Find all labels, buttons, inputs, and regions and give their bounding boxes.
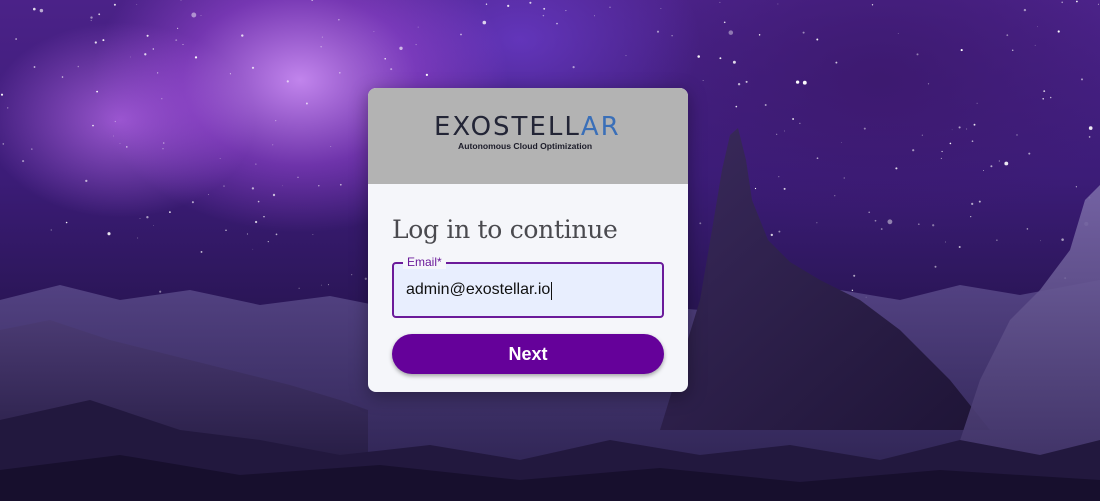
logo-wordmark: EXOSTELL AR (434, 114, 620, 140)
logo-tagline: Autonomous Cloud Optimization (458, 141, 593, 151)
logo-wordmark-dark: EXOSTELL (434, 112, 581, 142)
card-body: Log in to continue Email* Next (368, 214, 688, 374)
card-header: EXOSTELL AR Autonomous Cloud Optimization (368, 88, 688, 184)
logo-wordmark-blue: AR (580, 112, 621, 142)
email-field[interactable]: Email* (392, 255, 664, 318)
email-input[interactable] (406, 264, 650, 316)
login-title: Log in to continue (392, 215, 618, 244)
next-button[interactable]: Next (392, 334, 664, 374)
text-caret (551, 282, 552, 300)
exostellar-logo: EXOSTELL AR Autonomous Cloud Optimization (434, 114, 620, 154)
login-card: EXOSTELL AR Autonomous Cloud Optimization… (368, 88, 688, 392)
